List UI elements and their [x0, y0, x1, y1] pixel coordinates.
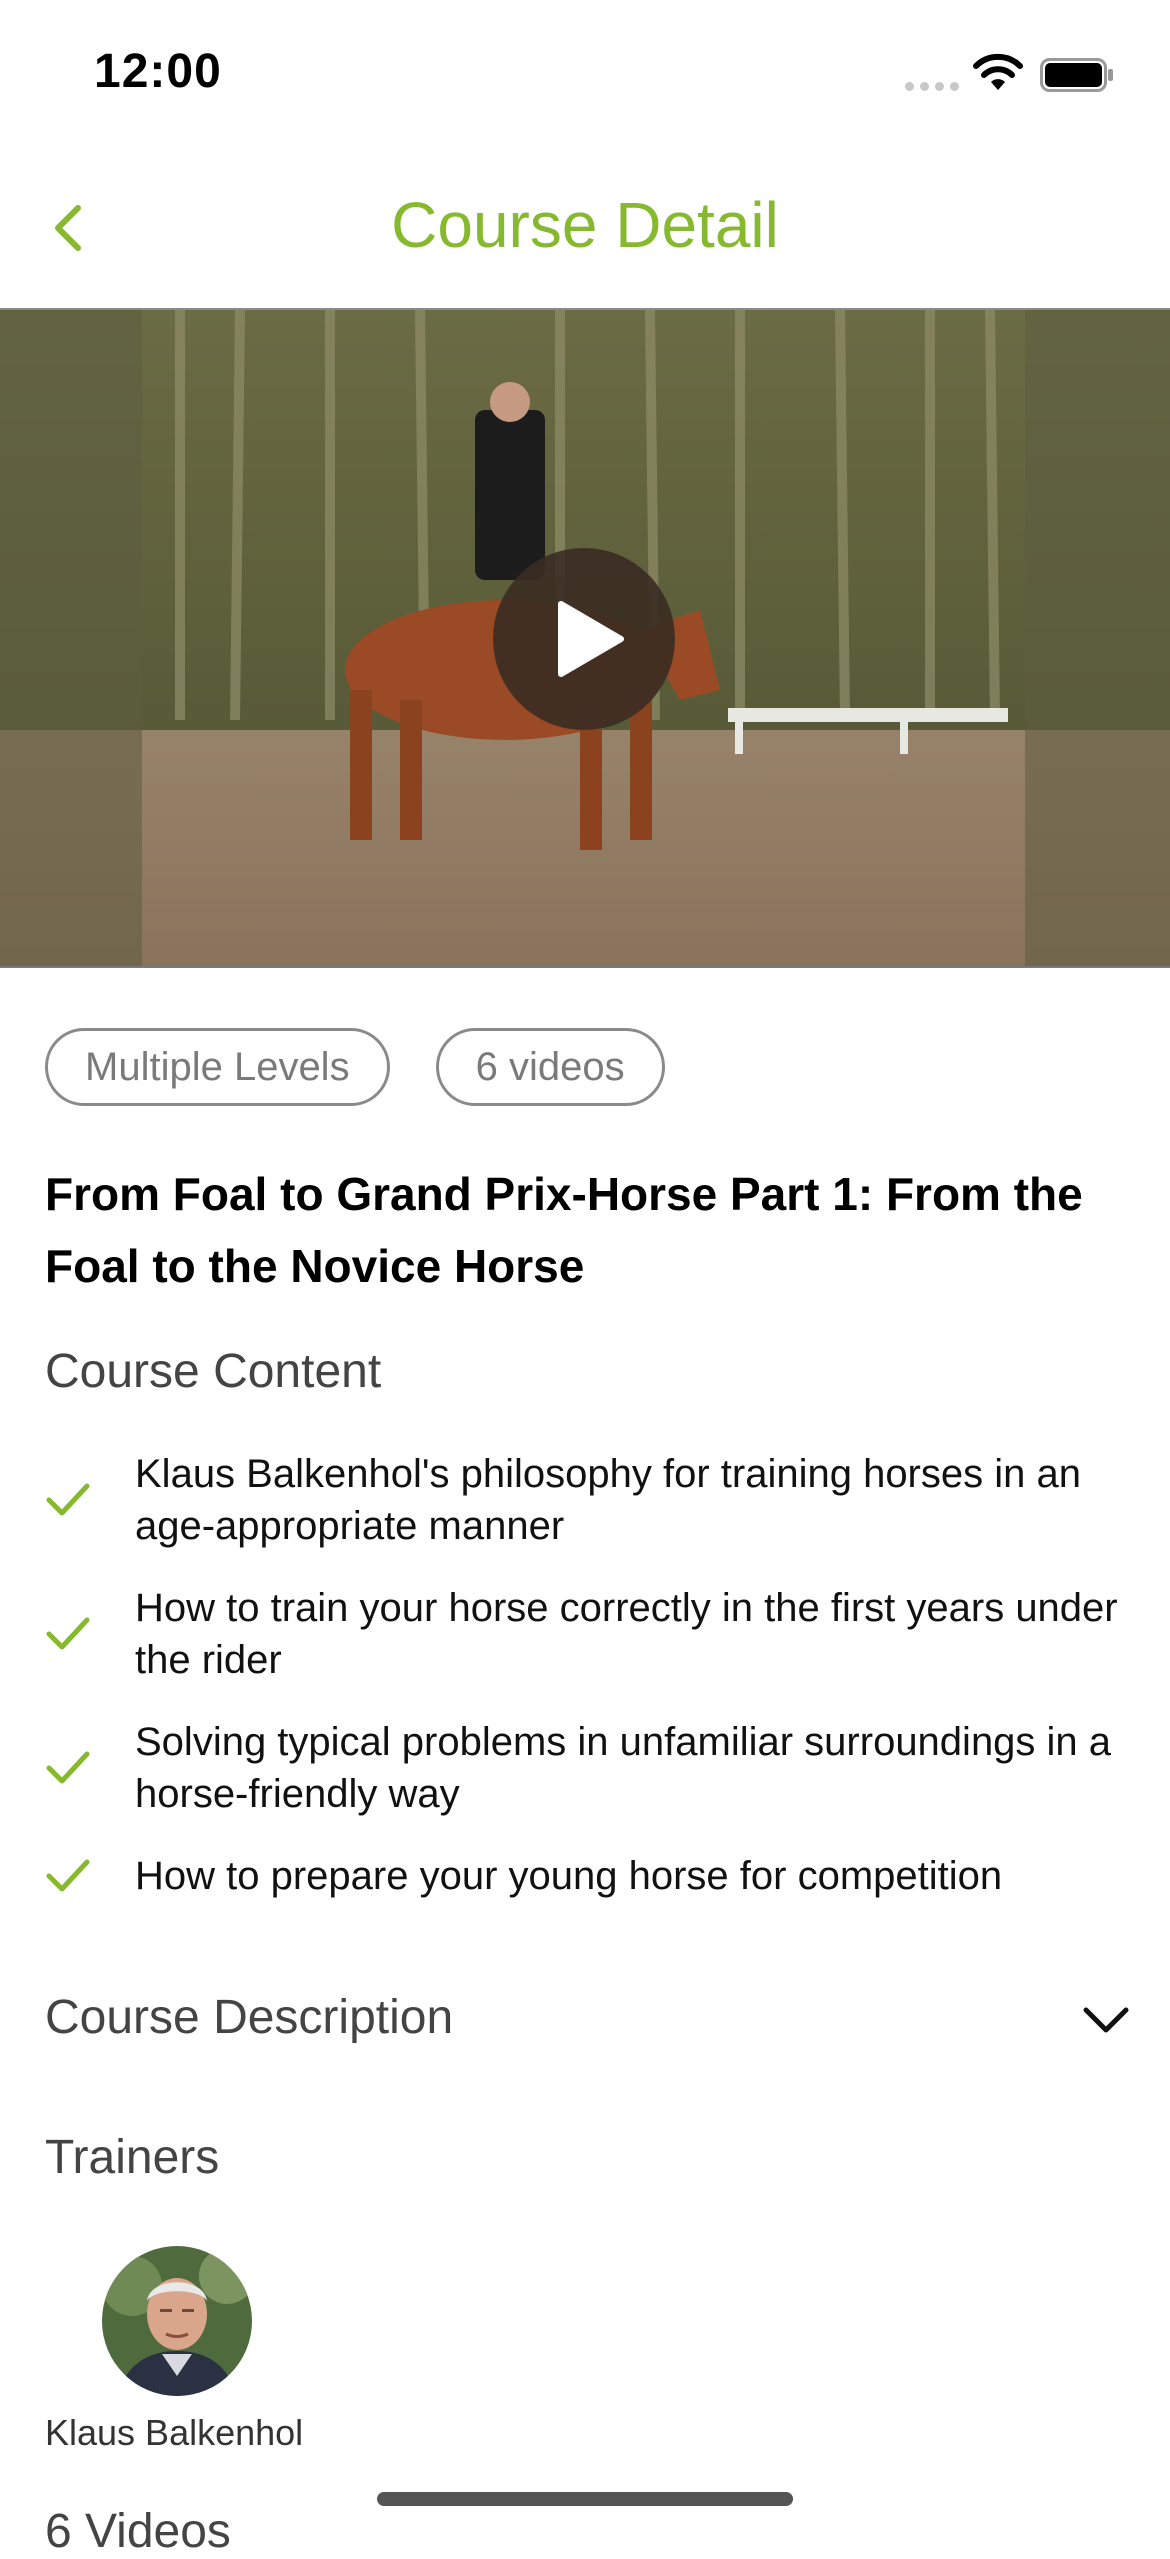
course-title: From Foal to Grand Prix-Horse Part 1: Fr… — [45, 1168, 1083, 1292]
status-time: 12:00 — [94, 45, 222, 98]
avatar — [102, 2246, 252, 2396]
video-count-badge: 6 videos — [435, 1028, 665, 1106]
play-icon — [558, 601, 624, 677]
video-player[interactable] — [0, 310, 1170, 968]
page-title: Course Detail — [391, 189, 779, 261]
list-item: How to prepare your young horse for comp… — [45, 1850, 1135, 1902]
list-item-text: Solving typical problems in unfamiliar s… — [135, 1720, 1112, 1816]
checkmark-icon — [46, 1617, 90, 1650]
list-item-text: How to train your horse correctly in the… — [135, 1586, 1118, 1682]
navigation-bar: Course Detail — [0, 150, 1170, 310]
trainers-heading: Trainers — [45, 2131, 220, 2184]
list-item: How to train your horse correctly in the… — [45, 1582, 1135, 1686]
checkmark-icon — [46, 1483, 90, 1516]
list-item: Solving typical problems in unfamiliar s… — [45, 1716, 1135, 1820]
wifi-icon — [973, 53, 1023, 90]
home-indicator[interactable] — [377, 2492, 793, 2506]
course-tags: Multiple Levels 6 videos — [45, 1028, 665, 1106]
trainer-name: Klaus Balkenhol — [45, 2412, 304, 2453]
chevron-down-icon[interactable] — [1082, 2004, 1130, 2036]
course-description-heading: Course Description — [45, 1991, 454, 2044]
list-item-text: Klaus Balkenhol's philosophy for trainin… — [135, 1452, 1081, 1548]
cellular-signal-icon — [905, 82, 959, 91]
status-bar: 12:00 — [0, 0, 1170, 150]
list-item: Klaus Balkenhol's philosophy for trainin… — [45, 1448, 1135, 1552]
checkmark-icon — [46, 1859, 90, 1892]
play-button[interactable] — [493, 548, 675, 730]
course-description-toggle[interactable]: Course Description — [45, 1990, 1130, 2060]
list-item-text: How to prepare your young horse for comp… — [135, 1854, 1003, 1898]
course-content-list: Klaus Balkenhol's philosophy for trainin… — [45, 1448, 1135, 1932]
course-content-heading: Course Content — [45, 1345, 382, 1398]
level-badge: Multiple Levels — [45, 1028, 390, 1106]
checkmark-icon — [46, 1751, 90, 1784]
battery-icon — [1040, 58, 1113, 92]
